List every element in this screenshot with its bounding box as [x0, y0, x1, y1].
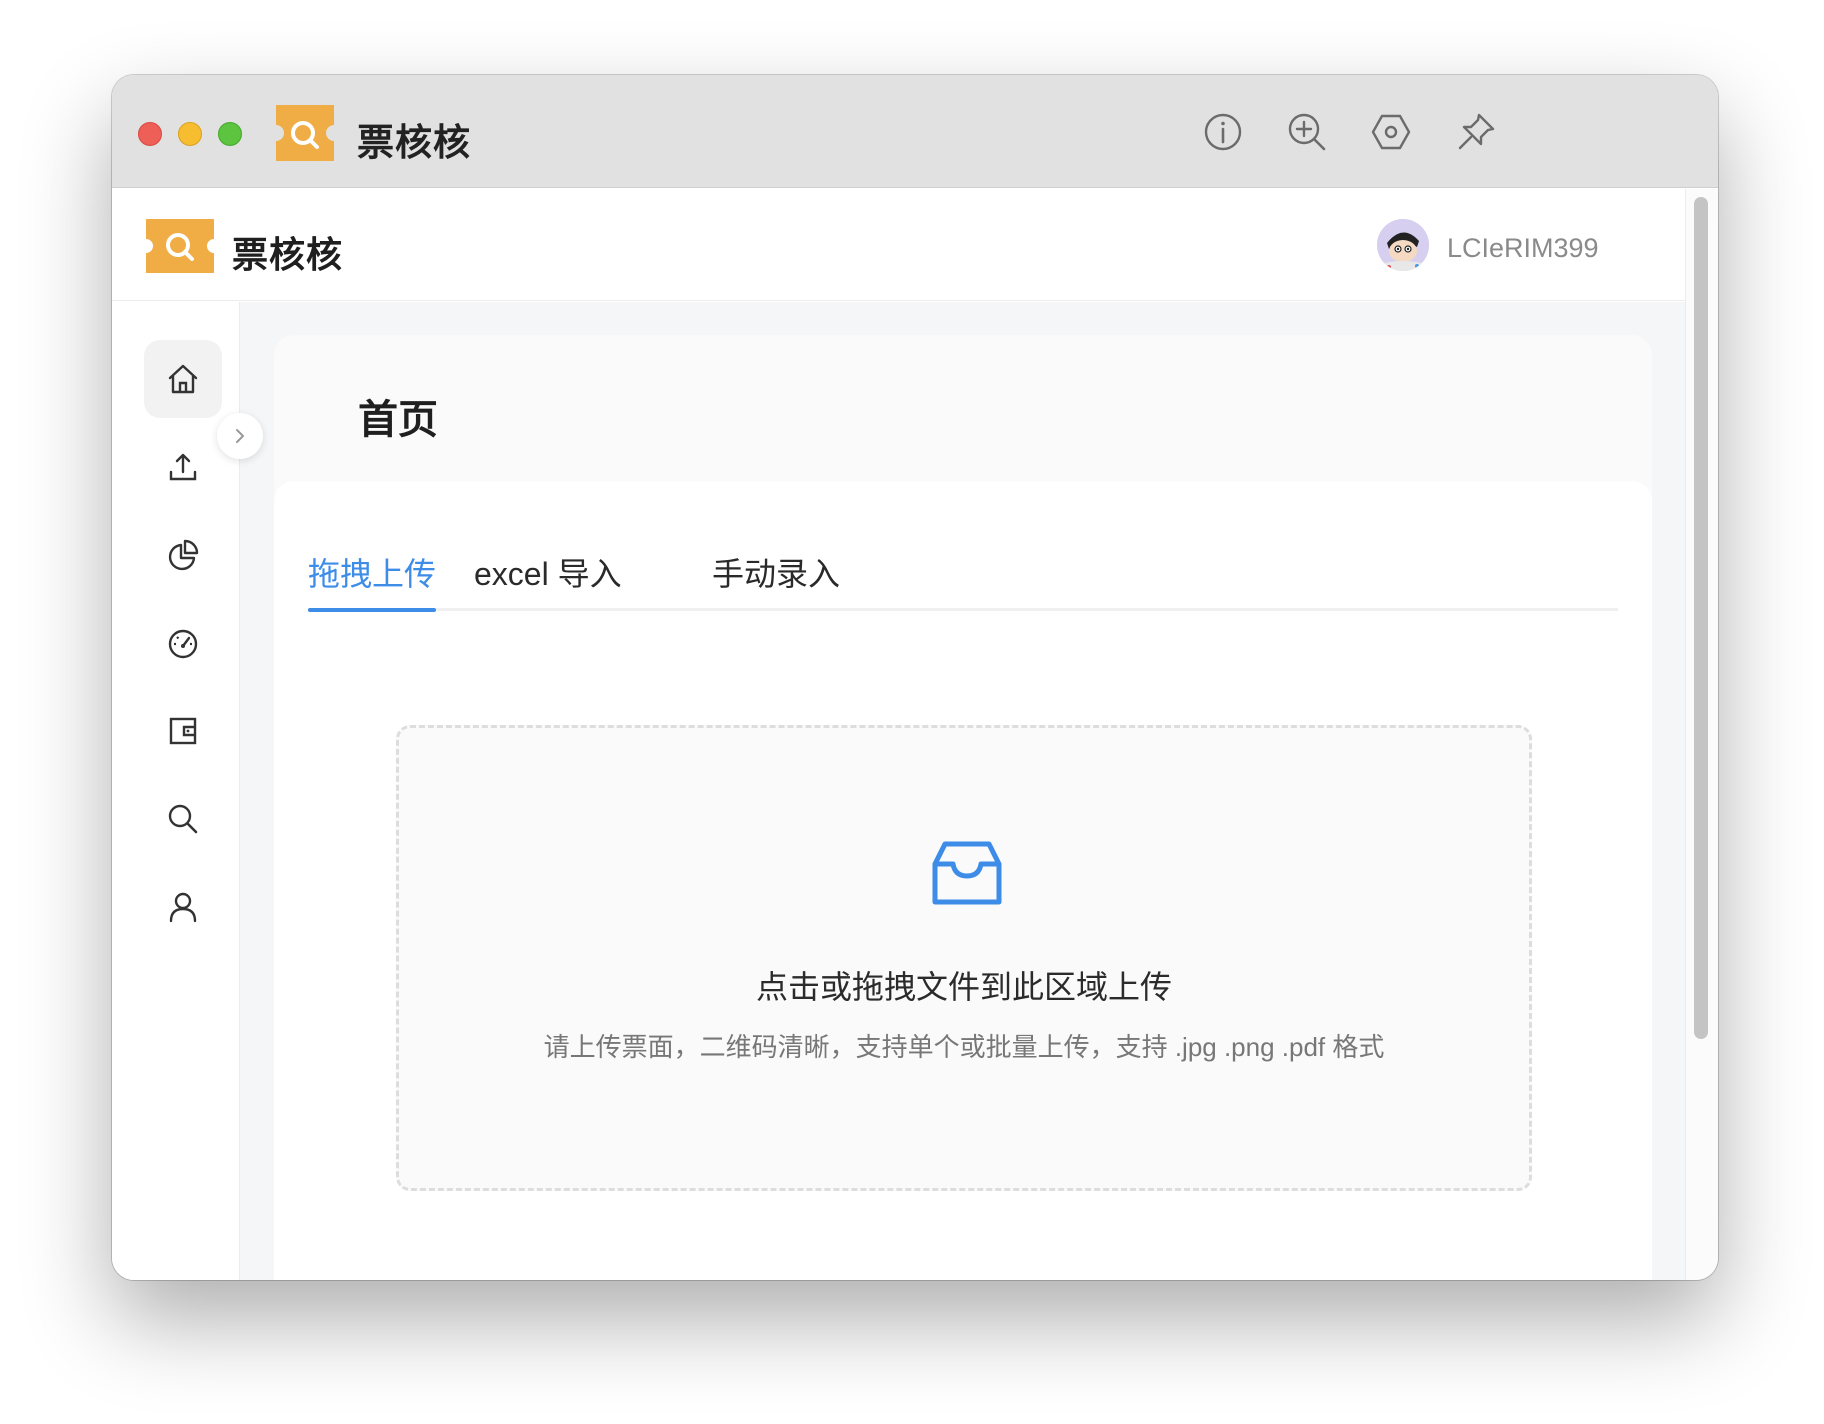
maximize-window-button[interactable] [218, 122, 242, 146]
title-bar: 票核核 [112, 75, 1718, 188]
brand-logo-icon [144, 217, 216, 275]
upload-dropzone[interactable]: 点击或拖拽文件到此区域上传 请上传票面，二维码清晰，支持单个或批量上传，支持 .… [396, 725, 1532, 1191]
app-name: 票核核 [232, 234, 344, 275]
app-logo-icon [272, 101, 338, 165]
sidebar-item-dashboard[interactable] [144, 604, 222, 682]
window-title: 票核核 [357, 122, 471, 163]
app-window: 票核核 票核核 LCIeRIM399 首页 拖拽上传 excel 导入 手动录入… [112, 75, 1718, 1280]
avatar[interactable] [1377, 219, 1429, 271]
page-card: 首页 拖拽上传 excel 导入 手动录入 点击或拖拽文件到此区域上传 请上传票… [274, 335, 1652, 1280]
tab-manual-entry[interactable]: 手动录入 [712, 549, 840, 611]
main-content: 首页 拖拽上传 excel 导入 手动录入 点击或拖拽文件到此区域上传 请上传票… [240, 302, 1685, 1280]
dropzone-title: 点击或拖拽文件到此区域上传 [755, 969, 1172, 1005]
minimize-window-button[interactable] [178, 122, 202, 146]
sidebar-item-home[interactable] [144, 340, 222, 418]
tab-excel-import[interactable]: excel 导入 [474, 549, 622, 611]
tab-drag-upload[interactable]: 拖拽上传 [308, 549, 436, 611]
sidebar-item-search[interactable] [144, 780, 222, 858]
hexagon-settings-icon[interactable] [1370, 111, 1412, 153]
chevron-right-icon [236, 429, 244, 443]
zoom-in-icon[interactable] [1286, 111, 1328, 153]
home-icon [168, 364, 198, 394]
close-window-button[interactable] [138, 122, 162, 146]
sidebar-item-upload[interactable] [144, 428, 222, 506]
sidebar-item-profile[interactable] [144, 868, 222, 946]
username[interactable]: LCIeRIM399 [1447, 233, 1599, 264]
sidebar-item-wallet[interactable] [144, 692, 222, 770]
active-tab-indicator [308, 608, 436, 612]
page-title: 首页 [358, 398, 438, 442]
sidebar-collapse-button[interactable] [217, 413, 263, 459]
scrollbar-thumb[interactable] [1694, 197, 1708, 1039]
app-header: 票核核 LCIeRIM399 [112, 189, 1685, 301]
pie-chart-icon [168, 539, 199, 571]
user-icon [169, 892, 197, 923]
inbox-icon [929, 836, 1005, 912]
search-icon [168, 804, 198, 834]
pin-icon[interactable] [1455, 111, 1497, 153]
vertical-scrollbar[interactable] [1685, 189, 1718, 1280]
upload-panel: 拖拽上传 excel 导入 手动录入 点击或拖拽文件到此区域上传 请上传票面，二… [274, 481, 1652, 1280]
dropzone-hint: 请上传票面，二维码清晰，支持单个或批量上传，支持 .jpg .png .pdf … [543, 1032, 1385, 1062]
info-icon[interactable] [1202, 111, 1244, 153]
sidebar-item-statistics[interactable] [144, 516, 222, 594]
wallet-icon [169, 717, 197, 745]
upload-icon [169, 453, 197, 481]
dashboard-gauge-icon [168, 629, 198, 659]
upload-tabs: 拖拽上传 excel 导入 手动录入 [308, 549, 1618, 612]
